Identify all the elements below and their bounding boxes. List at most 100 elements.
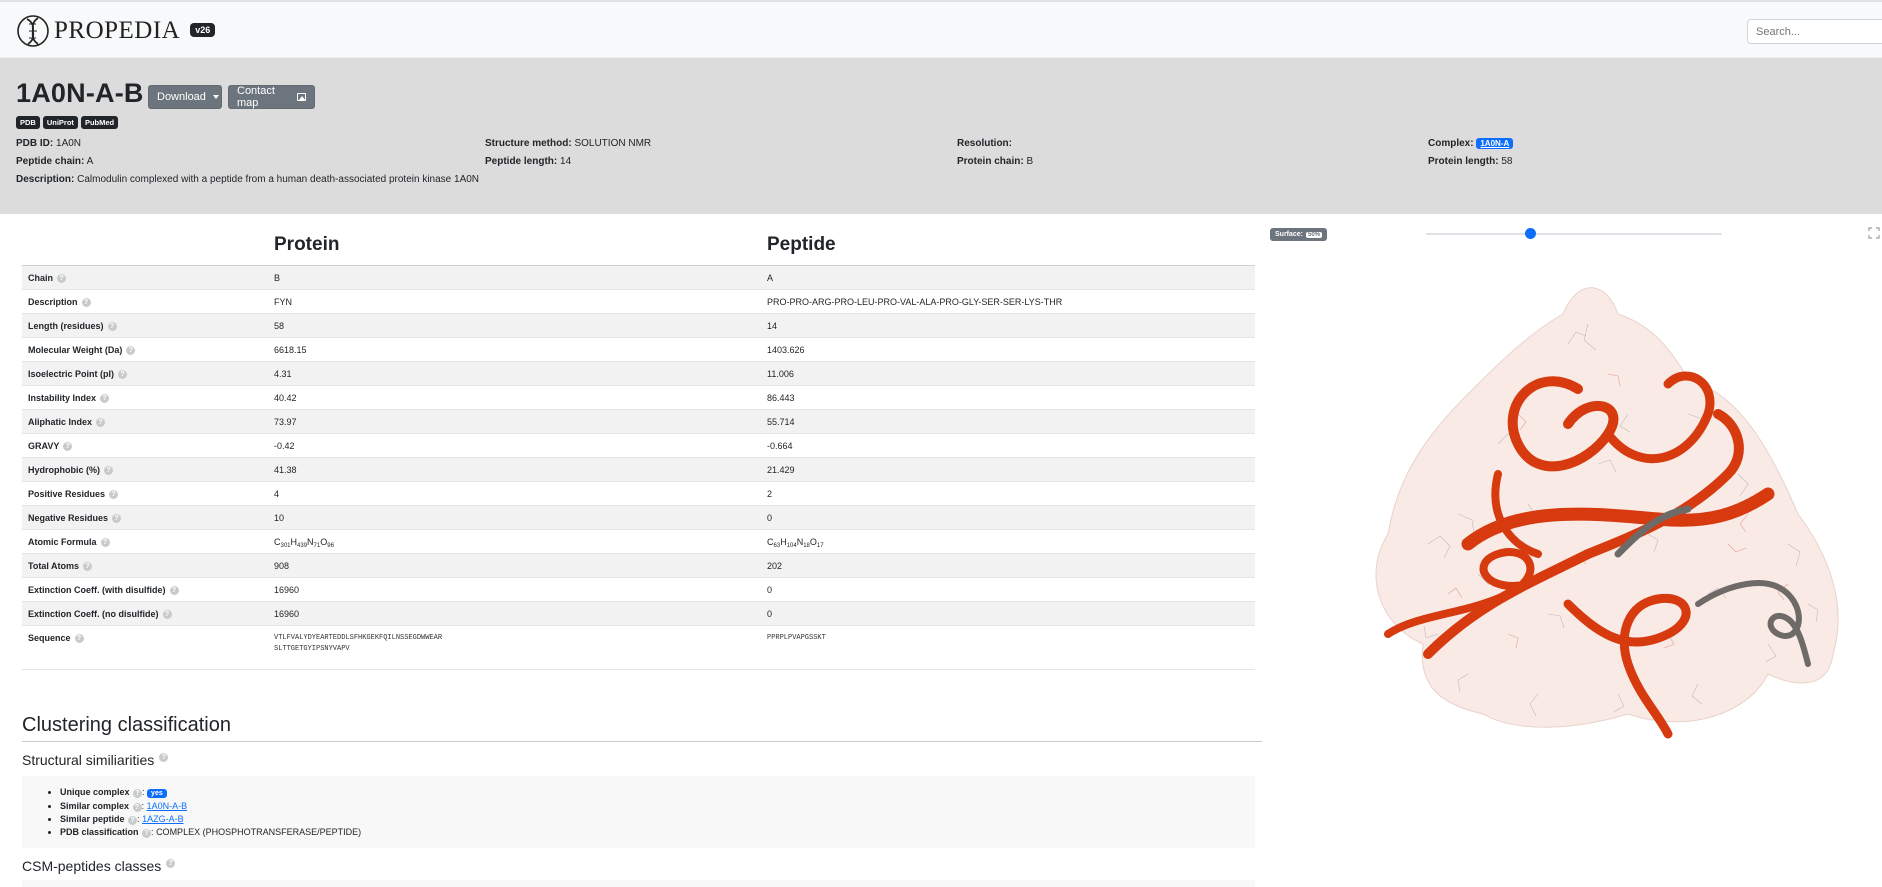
list-item: Similar peptide ?: 1AZG-A-B	[60, 813, 361, 826]
search-input[interactable]	[1747, 19, 1882, 44]
sequence-line: SLTTGETGYIPSNYVAPV	[274, 645, 350, 653]
similar-peptide-link[interactable]: 1AZG-A-B	[142, 814, 184, 824]
dna-logo-icon	[17, 15, 49, 47]
help-icon[interactable]: ?	[100, 537, 110, 547]
help-icon[interactable]: ?	[96, 417, 106, 427]
peptide-value: 14	[767, 321, 778, 331]
meta-value: Calmodulin complexed with a peptide from…	[77, 174, 480, 185]
protein-value: -0.42	[274, 441, 295, 451]
table-row: Isoelectric Point (pI)? 4.31 11.006	[22, 362, 1255, 386]
row-label-text: Instability Index	[28, 393, 97, 403]
row-label-text: Molecular Weight (Da)	[28, 345, 123, 355]
complex-link-badge[interactable]: 1A0N-A	[1476, 138, 1514, 149]
sequence-line: VTLFVALYDYEARTEDDLSFHKGEKFQILNSSEGDWWEAR	[274, 634, 443, 642]
list-item: PDB classification ?: COMPLEX (PHOSPHOTR…	[60, 826, 361, 839]
help-icon[interactable]: ?	[81, 297, 91, 307]
table-header: Protein Peptide	[22, 228, 1255, 266]
help-icon[interactable]: ?	[169, 585, 179, 595]
meta-label: Protein length:	[1428, 156, 1499, 167]
table-row: Total Atoms? 908 202	[22, 554, 1255, 578]
table-row: Description? FYN PRO-PRO-ARG-PRO-LEU-PRO…	[22, 290, 1255, 314]
pdb-link-badge[interactable]: PDB	[16, 116, 40, 129]
csm-peptides-title: CSM-peptides classes?	[22, 858, 176, 874]
peptide-value: -0.664	[767, 441, 793, 451]
column-header-protein: Protein	[274, 234, 340, 255]
help-icon[interactable]: ?	[63, 441, 73, 451]
help-icon[interactable]: ?	[109, 489, 119, 499]
row-label-text: Hydrophobic (%)	[28, 465, 100, 475]
row-label: Length (residues)?	[28, 321, 117, 331]
row-label-text: Description	[28, 297, 78, 307]
meta-label: Peptide chain:	[16, 156, 85, 167]
navbar: PROPEDIA v26	[0, 0, 1882, 58]
help-icon[interactable]: ?	[159, 752, 169, 762]
similarities-panel: Unique complex ?: yes Similar complex ?:…	[22, 776, 1255, 848]
surface-shape	[1375, 287, 1839, 728]
help-icon[interactable]: ?	[57, 273, 67, 283]
download-button-label: Download	[157, 91, 206, 103]
meta-label: Resolution:	[957, 138, 1012, 149]
help-icon[interactable]: ?	[162, 609, 172, 619]
table-row: GRAVY? -0.42 -0.664	[22, 434, 1255, 458]
row-label: Isoelectric Point (pI)?	[28, 369, 128, 379]
structural-similarities-title: Structural similiarities?	[22, 752, 169, 768]
table-row: Chain? B A	[22, 266, 1255, 290]
help-icon[interactable]: ?	[126, 345, 136, 355]
row-label: Aliphatic Index?	[28, 417, 106, 427]
formula-count: 301	[280, 543, 291, 549]
peptide-sequence: PPRPLPVAPGSSKT	[767, 634, 826, 642]
protein-atomic-formula: C301H439N71O96	[274, 537, 334, 549]
similar-complex-link[interactable]: 1A0N-A-B	[147, 801, 188, 811]
uniprot-link-badge[interactable]: UniProt	[42, 116, 78, 129]
csm-panel	[22, 880, 1255, 887]
meta-pdb-id: PDB ID: 1A0N	[16, 138, 81, 149]
help-icon[interactable]: ?	[132, 803, 142, 812]
row-label-text: Isoelectric Point (pI)	[28, 369, 115, 379]
table-row: Extinction Coeff. (no disulfide)? 16960 …	[22, 602, 1255, 626]
item-label: PDB classification	[60, 827, 139, 837]
download-button[interactable]: Download	[148, 85, 222, 109]
image-icon	[296, 93, 306, 101]
contact-map-button[interactable]: Contact map	[228, 85, 315, 109]
help-icon[interactable]: ?	[166, 858, 176, 868]
molecule-3d-viewer[interactable]	[1268, 214, 1882, 887]
meta-resolution: Resolution:	[957, 138, 1012, 149]
peptide-value: 0	[767, 609, 773, 619]
help-icon[interactable]: ?	[133, 789, 143, 798]
row-label-text: Total Atoms	[28, 561, 79, 571]
entry-header: 1A0N-A-B Download Contact map PDB UniPro…	[0, 58, 1882, 214]
row-label: Positive Residues?	[28, 489, 119, 499]
row-label: Sequence?	[28, 633, 84, 643]
meta-value: 14	[560, 156, 572, 167]
help-icon[interactable]: ?	[128, 816, 138, 825]
peptide-value: 21.429	[767, 465, 795, 475]
help-icon[interactable]: ?	[100, 393, 110, 403]
table-row: Length (residues)? 58 14	[22, 314, 1255, 338]
help-icon[interactable]: ?	[74, 633, 84, 643]
table-row: Positive Residues? 4 2	[22, 482, 1255, 506]
version-badge: v26	[190, 23, 216, 37]
peptide-value: PRO-PRO-ARG-PRO-LEU-PRO-VAL-ALA-PRO-GLY-…	[767, 297, 1063, 307]
help-icon[interactable]: ?	[112, 513, 122, 523]
propedia-logo[interactable]: PROPEDIA v26	[16, 14, 216, 48]
peptide-value: 11.006	[767, 369, 794, 379]
table-row: Negative Residues? 10 0	[22, 506, 1255, 530]
help-icon[interactable]: ?	[104, 465, 113, 475]
external-links: PDB UniProt PubMed	[16, 116, 119, 129]
protein-value: 73.97	[274, 417, 297, 427]
help-icon[interactable]: ?	[118, 369, 128, 379]
brand-name: PROPEDIA	[54, 17, 181, 44]
help-icon[interactable]: ?	[83, 561, 92, 571]
formula-count: 104	[786, 543, 797, 549]
subsection-title-text: CSM-peptides classes	[22, 858, 162, 874]
peptide-atomic-formula: C63H104N18O17	[767, 537, 824, 549]
pubmed-link-badge[interactable]: PubMed	[80, 116, 119, 129]
peptide-value: 0	[767, 585, 773, 595]
protein-value: 908	[274, 561, 290, 571]
peptide-value: 86.443	[767, 393, 795, 403]
row-label: Extinction Coeff. (with disulfide)?	[28, 585, 179, 595]
item-label: Similar peptide	[60, 814, 125, 824]
help-icon[interactable]: ?	[142, 829, 152, 838]
table-row: Atomic Formula? C301H439N71O96 C63H104N1…	[22, 530, 1255, 554]
help-icon[interactable]: ?	[107, 321, 117, 331]
